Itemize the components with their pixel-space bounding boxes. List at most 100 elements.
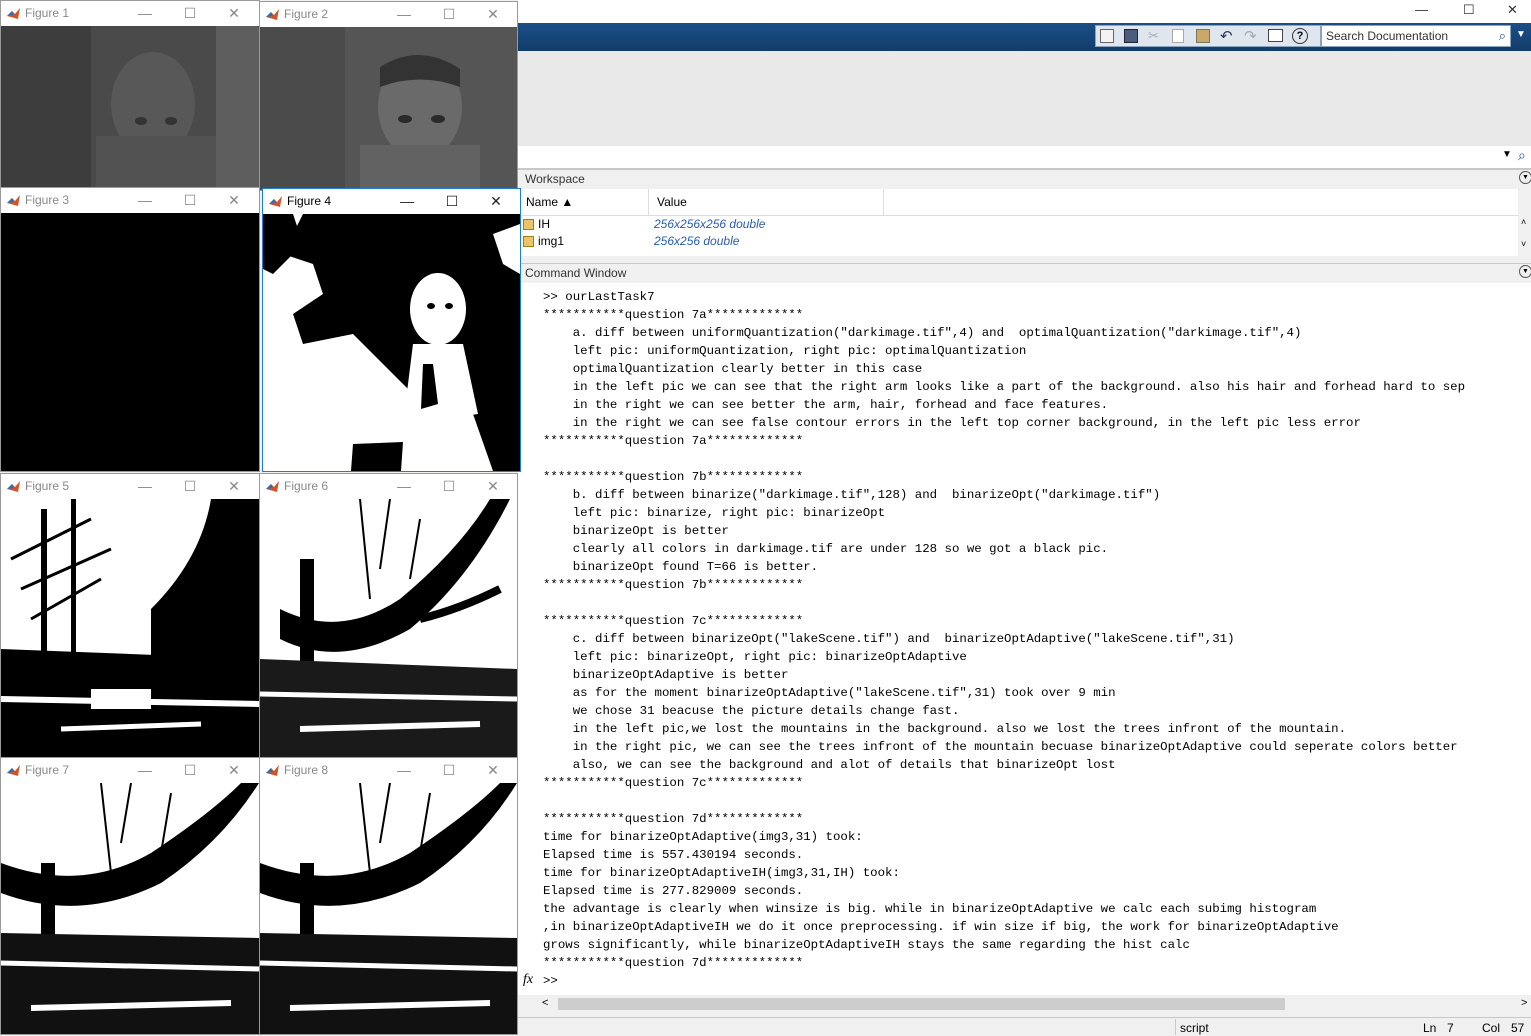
- maximize-button[interactable]: ☐: [440, 761, 458, 779]
- figure-title-bar[interactable]: Figure 4 — ☐ ✕: [263, 189, 520, 214]
- command-window-title: Command Window: [525, 266, 627, 280]
- close-button[interactable]: ✕: [225, 761, 243, 779]
- workspace-row[interactable]: IH 256x256x256 double: [518, 216, 1518, 233]
- command-window-hscrollbar[interactable]: < >: [540, 996, 1531, 1013]
- figure-image: [260, 499, 517, 757]
- help-icon[interactable]: ?: [1292, 28, 1308, 44]
- figure-title-bar[interactable]: Figure 7 — ☐ ✕: [1, 758, 259, 783]
- figure-title-bar[interactable]: Figure 2 — ☐ ✕: [260, 2, 517, 27]
- window-restore-button[interactable]: ☐: [1463, 2, 1475, 18]
- maximize-button[interactable]: ☐: [440, 477, 458, 495]
- minimize-button[interactable]: —: [136, 4, 154, 22]
- undo-icon[interactable]: ↶: [1220, 27, 1233, 45]
- figure-title: Figure 7: [25, 763, 70, 777]
- function-browser-icon[interactable]: fx: [523, 972, 533, 988]
- command-line: binarizeOpt found T=66 is better.: [543, 560, 819, 574]
- minimize-button[interactable]: —: [395, 761, 413, 779]
- close-button[interactable]: ✕: [484, 5, 502, 23]
- browse-search-icon[interactable]: ⌕: [1518, 147, 1526, 164]
- maximize-button[interactable]: ☐: [443, 192, 461, 210]
- current-folder-bar[interactable]: ▼ ⌕: [518, 146, 1531, 169]
- minimize-button[interactable]: —: [136, 477, 154, 495]
- window-close-button[interactable]: ✕: [1507, 2, 1518, 18]
- close-button[interactable]: ✕: [225, 191, 243, 209]
- command-line: ***********question 7a*************: [543, 434, 804, 448]
- command-window[interactable]: >> ourLastTask7 ***********question 7a***…: [518, 283, 1531, 995]
- close-button[interactable]: ✕: [225, 4, 243, 22]
- maximize-button[interactable]: ☐: [181, 477, 199, 495]
- paste-icon[interactable]: [1196, 29, 1210, 43]
- maximize-button[interactable]: ☐: [440, 5, 458, 23]
- minimize-button[interactable]: —: [395, 477, 413, 495]
- save-icon[interactable]: [1124, 29, 1138, 43]
- command-line: c. diff between binarizeOpt("lakeScene.t…: [543, 632, 1235, 646]
- col-number: 57: [1511, 1021, 1525, 1035]
- ribbon-tab-bar: ✂ ↶ ↷ ? Search Documentation ⌕ ▼: [518, 23, 1531, 51]
- hscroll-thumb[interactable]: [558, 998, 1285, 1010]
- close-button[interactable]: ✕: [225, 477, 243, 495]
- matlab-logo-icon: [266, 9, 279, 20]
- minimize-button[interactable]: —: [395, 5, 413, 23]
- new-script-icon[interactable]: [1100, 29, 1114, 43]
- status-mode: script: [1175, 1019, 1418, 1035]
- workspace-scrollbar[interactable]: ˄ ˅: [1519, 189, 1531, 256]
- switch-windows-icon[interactable]: [1268, 29, 1283, 42]
- figure-window-7[interactable]: Figure 7 — ☐ ✕: [0, 757, 260, 1035]
- command-line: ,in binarizeOptAdaptiveIH we do it once …: [543, 920, 1339, 934]
- matlab-logo-icon: [7, 765, 20, 776]
- figure-title: Figure 3: [25, 193, 70, 207]
- workspace-column-value[interactable]: Value: [649, 189, 884, 215]
- command-line: in the left pic,we lost the mountains in…: [543, 722, 1347, 736]
- figure-title: Figure 1: [25, 6, 70, 20]
- command-line: [543, 792, 1528, 810]
- workspace-table[interactable]: Name ▲ Value IH 256x256x256 double img1 …: [518, 189, 1518, 256]
- maximize-button[interactable]: ☐: [181, 761, 199, 779]
- minimize-button[interactable]: —: [398, 192, 416, 210]
- close-button[interactable]: ✕: [484, 477, 502, 495]
- minimize-button[interactable]: —: [136, 191, 154, 209]
- figure-title-bar[interactable]: Figure 6 — ☐ ✕: [260, 474, 517, 499]
- figure-title-bar[interactable]: Figure 3 — ☐ ✕: [1, 188, 259, 213]
- figure-window-3[interactable]: Figure 3 — ☐ ✕: [0, 187, 260, 472]
- variable-value: 256x256x256 double: [654, 217, 766, 231]
- command-line: grows significantly, while binarizeOptAd…: [543, 938, 1190, 952]
- redo-icon[interactable]: ↷: [1244, 27, 1257, 45]
- workspace-row[interactable]: img1 256x256 double: [518, 233, 1518, 250]
- maximize-button[interactable]: ☐: [181, 4, 199, 22]
- figure-window-2[interactable]: Figure 2 — ☐ ✕: [259, 1, 518, 191]
- workspace-column-name[interactable]: Name ▲: [518, 189, 649, 215]
- collapse-toolstrip-icon[interactable]: ▼: [1516, 29, 1526, 40]
- window-minimize-button[interactable]: —: [1415, 2, 1428, 17]
- toolstrip: [518, 51, 1531, 147]
- figure-window-6[interactable]: Figure 6 — ☐ ✕: [259, 473, 518, 758]
- command-line: ***********question 7b*************: [543, 578, 804, 592]
- command-line: a. diff between uniformQuantization("dar…: [543, 326, 1302, 340]
- command-line: binarizeOptAdaptive is better: [543, 668, 789, 682]
- status-bar: script Ln 7 Col 57: [518, 1017, 1531, 1036]
- copy-icon[interactable]: [1172, 29, 1184, 43]
- figure-window-5[interactable]: Figure 5 — ☐ ✕: [0, 473, 260, 758]
- matlab-logo-icon: [266, 765, 279, 776]
- figure-window-8[interactable]: Figure 8 — ☐ ✕: [259, 757, 518, 1035]
- figure-title-bar[interactable]: Figure 5 — ☐ ✕: [1, 474, 259, 499]
- maximize-button[interactable]: ☐: [181, 191, 199, 209]
- cut-icon[interactable]: ✂: [1148, 28, 1159, 44]
- folder-dropdown-icon[interactable]: ▼: [1502, 149, 1512, 160]
- figure-title: Figure 2: [284, 7, 329, 21]
- command-line: also, we can see the background and alot…: [543, 758, 1116, 772]
- figure-title-bar[interactable]: Figure 1 — ☐ ✕: [1, 1, 259, 26]
- command-prompt[interactable]: >>: [543, 974, 558, 988]
- close-button[interactable]: ✕: [487, 192, 505, 210]
- search-documentation-input[interactable]: Search Documentation ⌕: [1321, 25, 1511, 47]
- command-line: left pic: binarizeOpt, right pic: binari…: [543, 650, 967, 664]
- search-icon[interactable]: ⌕: [1499, 28, 1506, 44]
- command-window-actions-icon[interactable]: ▼: [1519, 265, 1531, 278]
- minimize-button[interactable]: —: [136, 761, 154, 779]
- command-line: the advantage is clearly when winsize is…: [543, 902, 1317, 916]
- figure-window-4[interactable]: Figure 4 — ☐ ✕: [262, 188, 521, 472]
- close-button[interactable]: ✕: [484, 761, 502, 779]
- workspace-actions-icon[interactable]: ▼: [1519, 171, 1531, 184]
- figure-window-1[interactable]: Figure 1 — ☐ ✕: [0, 0, 260, 190]
- command-line: in the right we can see false contour er…: [543, 416, 1361, 430]
- figure-title-bar[interactable]: Figure 8 — ☐ ✕: [260, 758, 517, 783]
